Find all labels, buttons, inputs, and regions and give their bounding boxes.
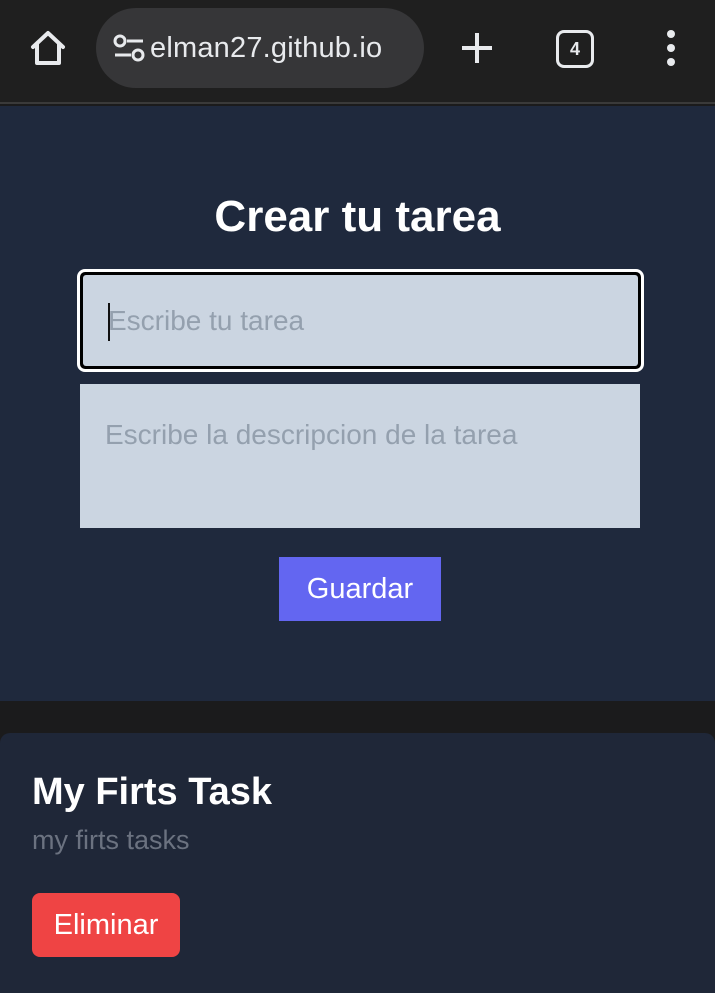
url-text: elman27.github.io: [150, 31, 383, 64]
tab-switcher-button[interactable]: 4: [556, 30, 594, 68]
create-task-form: Crear tu tarea Guardar: [0, 106, 715, 701]
delete-button[interactable]: Eliminar: [32, 893, 180, 957]
task-card: My Firts Task my firts tasks Eliminar: [0, 733, 715, 993]
task-description-input[interactable]: [80, 384, 640, 528]
tune-icon[interactable]: [112, 31, 146, 65]
text-caret: [108, 303, 110, 341]
tab-count: 4: [569, 38, 580, 59]
plus-icon: [462, 33, 492, 63]
task-title-input[interactable]: [83, 275, 638, 366]
form-title: Crear tu tarea: [214, 192, 501, 241]
browser-toolbar: elman27.github.io 4: [0, 0, 715, 104]
save-button[interactable]: Guardar: [279, 557, 441, 621]
task-input-focus-ring: [77, 269, 644, 372]
address-bar[interactable]: elman27.github.io: [96, 8, 424, 88]
new-tab-button[interactable]: [452, 22, 502, 74]
more-vert-icon[interactable]: [652, 22, 690, 74]
home-icon: [31, 31, 65, 65]
task-description: my firts tasks: [32, 825, 190, 855]
home-button[interactable]: [22, 22, 74, 74]
task-title: My Firts Task: [32, 771, 273, 813]
